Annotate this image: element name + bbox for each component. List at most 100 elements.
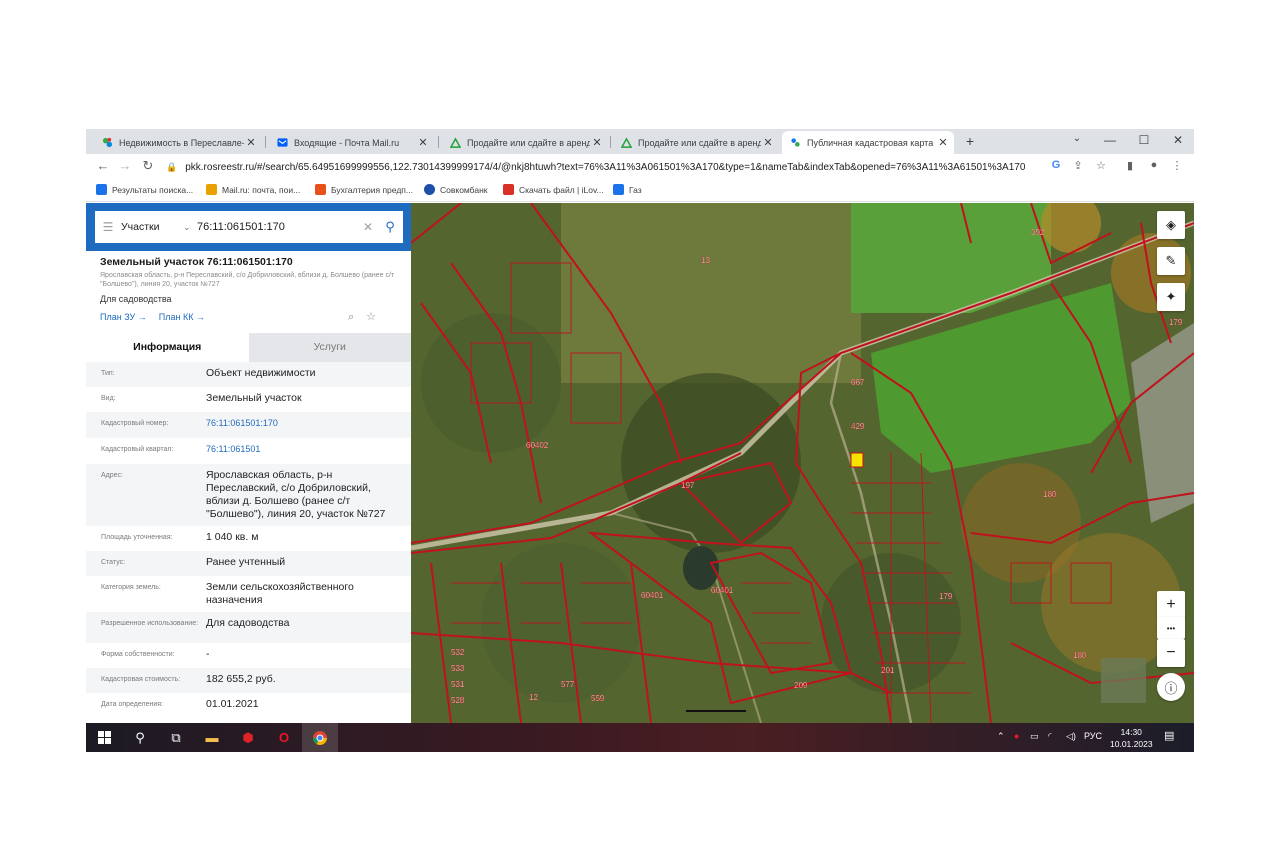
bookmark-item[interactable]: Газ — [613, 184, 642, 195]
property-row: Вид: Земельный участок — [86, 387, 411, 412]
lock-icon: 🔒 — [166, 161, 178, 172]
bookmark-star-icon[interactable]: ☆ — [1093, 159, 1109, 172]
parcel-label: 12 — [529, 693, 538, 702]
layers-icon[interactable]: ◈ — [1157, 211, 1185, 239]
windows-start-icon[interactable] — [86, 723, 122, 752]
info-tabs: Информация Услуги — [86, 333, 411, 362]
file-explorer-icon[interactable]: ▬ — [194, 723, 230, 752]
bookmark-item[interactable]: Совкомбанк — [424, 184, 488, 195]
clock-date: 10.01.2023 — [1110, 739, 1153, 749]
cadastral-map[interactable]: 13 392 179 180 180 60401 60402 60401 667 429 197 57… — [411, 203, 1194, 723]
tab-title: Продайте или сдайте в аренду — [467, 137, 590, 148]
bookmark-item[interactable]: Результаты поиска... — [96, 184, 193, 195]
tab-divider — [610, 136, 611, 148]
property-label: Площадь уточненная: — [101, 534, 173, 541]
search-icon[interactable]: ⚲ — [377, 219, 403, 235]
tab-domclick-2[interactable]: Продайте или сдайте в аренду ✕ — [613, 131, 779, 154]
bookmarks-bar: Результаты поиска... Mail.ru: почта, пои… — [86, 180, 1194, 202]
sidepanel-icon[interactable]: ▮ — [1122, 159, 1138, 172]
property-link[interactable]: 76:11:061501:170 — [206, 412, 411, 435]
minimap[interactable] — [1101, 658, 1146, 703]
back-icon[interactable]: ← — [94, 158, 112, 173]
chrome-icon[interactable] — [302, 723, 338, 752]
tab-domclick-1[interactable]: Продайте или сдайте в аренду ✕ — [442, 131, 608, 154]
window-close-icon[interactable]: ✕ — [1168, 133, 1188, 147]
tab-services[interactable]: Услуги — [248, 333, 411, 362]
url-text: pkk.rosreestr.ru/#/search/65.64951699999… — [185, 161, 1026, 173]
info-icon[interactable]: ⓘ — [1157, 673, 1185, 701]
zoom-more-button[interactable]: ••• — [1157, 617, 1185, 639]
info-panel: ☰ Участки ⌄ 76:11:061501:170 ✕ ⚲ Земельн… — [86, 203, 411, 723]
parcel-label: 180 — [1073, 651, 1087, 660]
hamburger-icon[interactable]: ☰ — [95, 220, 121, 234]
bookmark-item[interactable]: Бухгалтерия предп... — [315, 184, 413, 195]
close-icon[interactable]: ✕ — [416, 136, 430, 149]
tab-pkk[interactable]: Публичная кадастровая карта ✕ — [782, 131, 954, 154]
property-link[interactable]: 76:11:061501 — [206, 438, 411, 461]
selected-parcel[interactable] — [850, 452, 864, 468]
forward-icon[interactable]: → — [116, 158, 134, 173]
plan-zu-link[interactable]: План ЗУ → — [100, 312, 147, 322]
menu-icon[interactable]: ⋮ — [1169, 159, 1185, 172]
tab-search-icon[interactable]: ⌄ — [1067, 133, 1087, 144]
bookmark-icon — [96, 184, 107, 195]
search-type-select[interactable]: Участки — [121, 221, 183, 233]
search-icon[interactable]: ⚲ — [122, 723, 158, 752]
object-address: Ярославская область, р-н Переславский, с… — [100, 272, 395, 288]
close-icon[interactable]: ✕ — [590, 136, 604, 149]
property-row: Тип: Объект недвижимости — [86, 362, 411, 387]
share-icon[interactable]: ⇪ — [1070, 159, 1086, 172]
antivirus-icon[interactable]: ● — [1014, 731, 1019, 741]
property-row: Кадастровый номер: 76:11:061501:170 — [86, 412, 411, 438]
address-bar[interactable]: 🔒 pkk.rosreestr.ru/#/search/65.649516999… — [166, 157, 1046, 177]
property-label: Разрешенное использование: — [101, 620, 199, 627]
chevron-down-icon[interactable]: ⌄ — [183, 222, 197, 233]
close-icon[interactable]: ✕ — [761, 136, 775, 149]
close-icon[interactable]: ✕ — [244, 136, 258, 149]
new-tab-button[interactable]: + — [960, 133, 980, 149]
favorite-star-icon[interactable]: ☆ — [366, 311, 376, 323]
zoom-to-icon[interactable]: ⌕ — [348, 311, 354, 323]
property-row: Статус: Ранее учтенный — [86, 551, 411, 576]
close-icon[interactable]: ✕ — [936, 136, 950, 149]
volume-icon[interactable]: ◁) — [1066, 731, 1076, 742]
reload-icon[interactable]: ↻ — [139, 158, 157, 174]
plan-kk-link[interactable]: План КК → — [159, 312, 205, 322]
minimize-icon[interactable]: — — [1100, 133, 1120, 147]
search-input[interactable]: 76:11:061501:170 — [197, 221, 363, 233]
notifications-icon[interactable]: ▤ — [1164, 729, 1174, 742]
ruler-icon[interactable]: ✎ — [1157, 247, 1185, 275]
map-canvas[interactable]: 13 392 179 180 180 60401 60402 60401 667 429 197 57… — [411, 203, 1194, 723]
bookmark-item[interactable]: Скачать файл | iLov... — [503, 184, 604, 195]
parcel-label: 179 — [1169, 318, 1183, 327]
property-row: Разрешенное использование: Для садоводств… — [86, 612, 411, 643]
mail-icon — [277, 138, 288, 147]
tab-title: Публичная кадастровая карта — [807, 137, 934, 148]
yandex-browser-icon[interactable]: ⬢ — [230, 723, 266, 752]
maximize-icon[interactable]: ☐ — [1134, 133, 1154, 147]
property-label: Тип: — [101, 370, 115, 377]
bookmark-icon — [613, 184, 624, 195]
property-row: Форма собственности: - — [86, 643, 411, 668]
opera-icon[interactable]: O — [266, 723, 302, 752]
parcel-label: 60401 — [641, 591, 664, 600]
google-icon[interactable]: G — [1048, 159, 1064, 171]
bookmark-item[interactable]: Mail.ru: почта, пои... — [206, 184, 300, 195]
network-icon[interactable]: ◜ — [1048, 731, 1052, 742]
locate-icon[interactable]: ✦ — [1157, 283, 1185, 311]
profile-icon[interactable]: ● — [1146, 159, 1162, 171]
task-view-icon[interactable]: ⧉ — [158, 723, 194, 752]
zoom-out-button[interactable]: − — [1157, 639, 1185, 667]
property-row: Категория земель: Земли сельскохозяйствен… — [86, 576, 411, 612]
language-indicator[interactable]: РУС — [1084, 731, 1102, 741]
show-hidden-icons[interactable]: ⌃ — [997, 731, 1005, 742]
zoom-in-button[interactable]: + — [1157, 591, 1185, 619]
parcel-label: 528 — [451, 696, 465, 705]
clock[interactable]: 14:30 10.01.2023 — [1110, 726, 1153, 750]
tab-mail[interactable]: Входящие - Почта Mail.ru ✕ — [269, 131, 434, 154]
parcel-label: 209 — [794, 681, 808, 690]
tab-nedvizhimost[interactable]: Недвижимость в Переславле-З ✕ — [94, 131, 262, 154]
tab-information[interactable]: Информация — [86, 333, 249, 362]
clear-icon[interactable]: ✕ — [363, 220, 377, 234]
battery-icon[interactable]: ▭ — [1030, 731, 1039, 742]
